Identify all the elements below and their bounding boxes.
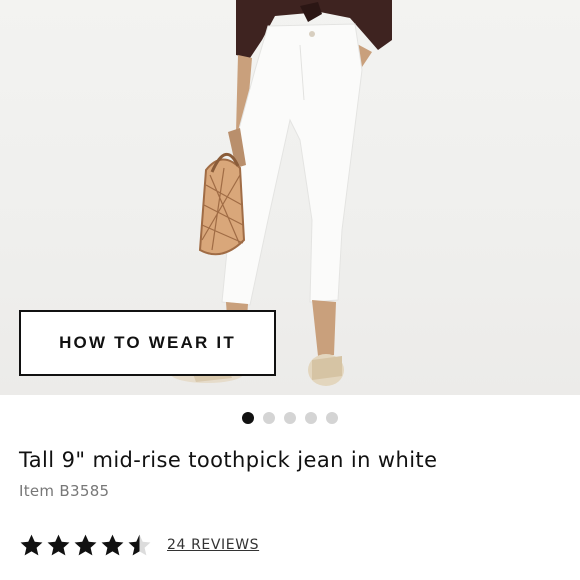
carousel-dot-2[interactable] — [263, 412, 275, 424]
carousel-dot-4[interactable] — [305, 412, 317, 424]
carousel-pagination — [0, 412, 580, 426]
product-title: Tall 9" mid-rise toothpick jean in white — [19, 448, 438, 472]
carousel-dot-1[interactable] — [242, 412, 254, 424]
star-full-icon — [20, 534, 43, 555]
carousel-dot-5[interactable] — [326, 412, 338, 424]
how-to-wear-it-button[interactable]: HOW TO WEAR IT — [19, 310, 276, 376]
star-full-icon — [74, 534, 97, 555]
reviews-link[interactable]: 24 REVIEWS — [167, 537, 259, 553]
star-full-icon — [47, 534, 70, 555]
product-rating: 24 REVIEWS — [19, 531, 259, 559]
product-image-carousel[interactable]: HOW TO WEAR IT — [0, 0, 580, 395]
carousel-dot-3[interactable] — [284, 412, 296, 424]
star-rating[interactable] — [19, 533, 152, 558]
star-half-icon — [128, 534, 151, 555]
item-number: Item B3585 — [19, 482, 110, 500]
star-full-icon — [101, 534, 124, 555]
